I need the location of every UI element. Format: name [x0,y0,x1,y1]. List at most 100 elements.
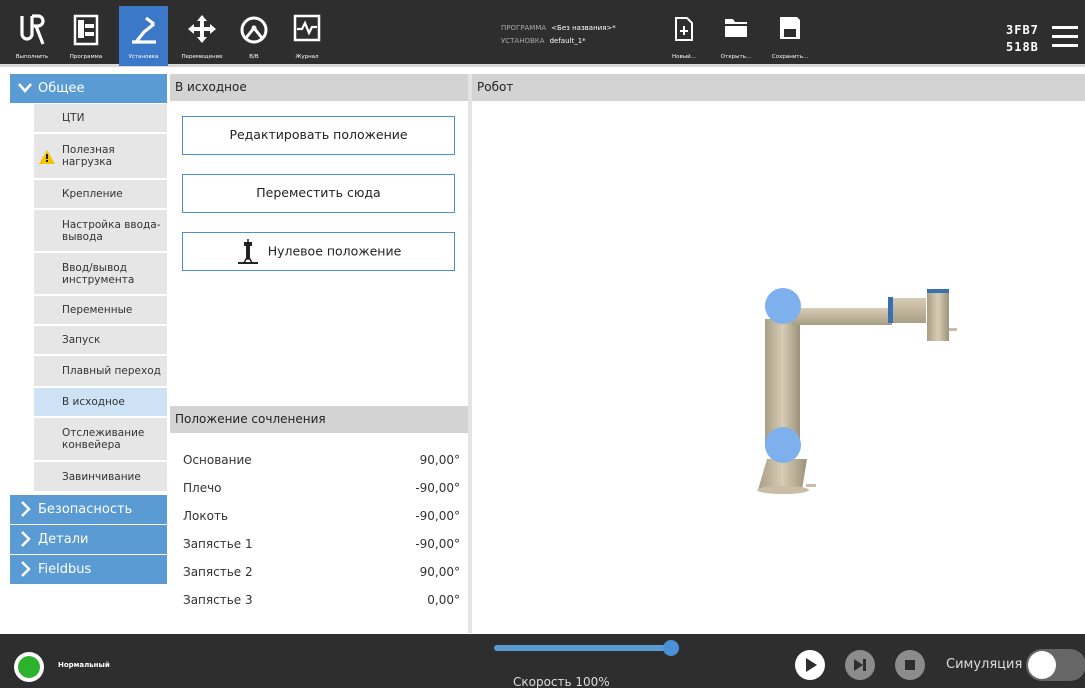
play-button[interactable] [795,650,825,680]
joint-value: 90,00° [419,565,460,579]
sidebar-item-io-setup[interactable]: Настройка ввода-вывода [34,210,167,253]
io-icon [238,14,270,50]
save-file-label: Сохранить... [771,54,809,60]
sidebar: Общее ЦТИ Полезная нагрузка Крепление На… [10,74,167,633]
play-icon [806,658,817,672]
installation-icon [128,14,160,50]
robot-panel-title: Робот [472,74,1085,101]
installation-tab-label: Установка [128,54,159,60]
edit-pose-button[interactable]: Редактировать положение [182,116,455,155]
home-panel-title: В исходное [170,74,468,101]
sidebar-item-label: Настройка ввода-вывода [62,218,161,243]
joint-row-base: Основание 90,00° [183,453,460,473]
sidebar-item-label: Завинчивание [62,470,141,483]
sidebar-group-label: Безопасность [38,502,133,517]
joint-name: Локоть [183,509,229,523]
zero-position-button[interactable]: Нулевое положение [182,232,455,271]
chevron-down-icon [18,74,32,113]
sidebar-item-tcp[interactable]: ЦТИ [34,104,167,134]
joint-row-wrist1: Запястье 1 -90,00° [183,537,460,557]
hamburger-menu-icon[interactable] [1052,26,1078,48]
move-tab-label: Перемещение [181,54,223,60]
home-panel: В исходное Редактировать положение Перем… [170,74,468,404]
log-icon [293,14,321,46]
open-file-button[interactable]: Открыть... [721,16,751,60]
installation-name: default_1* [549,37,586,45]
sidebar-item-label: Переменные [62,304,133,316]
sidebar-group-safety[interactable]: Безопасность [10,495,167,524]
joint-row-wrist2: Запястье 2 90,00° [183,565,460,585]
sidebar-item-startup[interactable]: Запуск [34,326,167,356]
sidebar-group-label: Общее [38,81,85,96]
joint-value: -90,00° [415,537,460,551]
speed-label: Скорость 100% [513,675,610,688]
speed-slider-track[interactable] [494,645,671,651]
move-tab[interactable]: Перемещение [176,6,228,66]
sidebar-item-screwdriving[interactable]: Завинчивание [34,462,167,493]
sidebar-item-mounting[interactable]: Крепление [34,180,167,210]
sidebar-group-details[interactable]: Детали [10,525,167,554]
sidebar-item-variables[interactable]: Переменные [34,296,167,326]
joint-value: -90,00° [415,509,460,523]
sidebar-group-general[interactable]: Общее [10,74,167,103]
run-tab-label: Выполнить [15,54,49,60]
step-button[interactable] [845,650,875,680]
new-file-button[interactable]: Новый... [672,16,696,60]
program-label: ПРОГРАММА [501,24,547,32]
program-icon [73,14,99,50]
sidebar-item-payload[interactable]: Полезная нагрузка [34,134,167,180]
installation-label: УСТАНОВКА [501,37,545,45]
program-tab-label: Программа [69,54,103,60]
serial-number: 3FB7 518B [1006,22,1039,56]
sidebar-item-smooth-transition[interactable]: Плавный переход [34,356,167,388]
top-bar: Выполнить Программа Установка Перемещени… [0,0,1085,67]
open-file-label: Открыть... [720,54,752,60]
log-tab-label: Журнал [295,54,319,60]
joint-name: Запястье 1 [183,537,253,551]
speed-slider-handle[interactable] [663,640,679,656]
move-icon [187,14,217,48]
app-root: Выполнить Программа Установка Перемещени… [0,0,1085,688]
program-tab[interactable]: Программа [66,6,106,66]
status-indicator-icon[interactable] [14,652,44,682]
robot-3d-view[interactable] [472,101,1085,633]
folder-icon [725,19,747,37]
joint-row-wrist3: Запястье 3 0,00° [183,593,460,613]
program-info: ПРОГРАММА <Без названия>* УСТАНОВКА defaul… [501,24,616,50]
sidebar-item-label: Отслеживание конвейера [62,427,145,451]
run-tab[interactable]: Выполнить [12,6,52,66]
installation-tab[interactable]: Установка [119,6,168,66]
simulation-label: Симуляция [946,657,1023,672]
joint-row-elbow: Локоть -90,00° [183,509,460,529]
save-file-button[interactable]: Сохранить... [772,16,808,60]
serial-line-2: 518B [1006,40,1039,54]
sidebar-item-tool-io[interactable]: Ввод/вывод инструмента [34,253,167,296]
log-tab[interactable]: Журнал [285,6,329,66]
sidebar-item-home[interactable]: В исходное [34,388,167,418]
sidebar-item-conveyor-tracking[interactable]: Отслеживание конвейера [34,418,167,462]
io-tab[interactable]: В/В [232,6,276,66]
joint-name: Запястье 3 [183,593,253,607]
stop-icon [905,660,915,670]
zero-position-label: Нулевое положение [267,243,402,259]
program-name: <Без названия>* [551,24,616,32]
serial-line-1: 3FB7 [1006,23,1039,37]
sidebar-item-label: Крепление [62,188,123,200]
sidebar-item-label: Ввод/вывод инструмента [62,261,135,286]
sidebar-item-label: В исходное [62,396,125,408]
chevron-right-icon [18,555,32,594]
stop-button[interactable] [895,650,925,680]
status-text: Нормальный [58,661,110,669]
io-tab-label: В/В [249,54,259,60]
sidebar-item-label: ЦТИ [62,112,85,124]
simulation-toggle[interactable] [1026,649,1085,681]
sidebar-group-fieldbus[interactable]: Fieldbus [10,555,167,584]
sidebar-group-label: Детали [38,532,89,547]
robot-view-panel: Робот [472,74,1085,633]
joint-panel-title: Положение сочленения [170,406,468,433]
warning-icon [39,150,55,167]
sidebar-item-label: Запуск [62,334,101,346]
sidebar-group-label: Fieldbus [38,562,92,577]
move-here-button[interactable]: Переместить сюда [182,174,455,213]
joint-value: -90,00° [415,481,460,495]
